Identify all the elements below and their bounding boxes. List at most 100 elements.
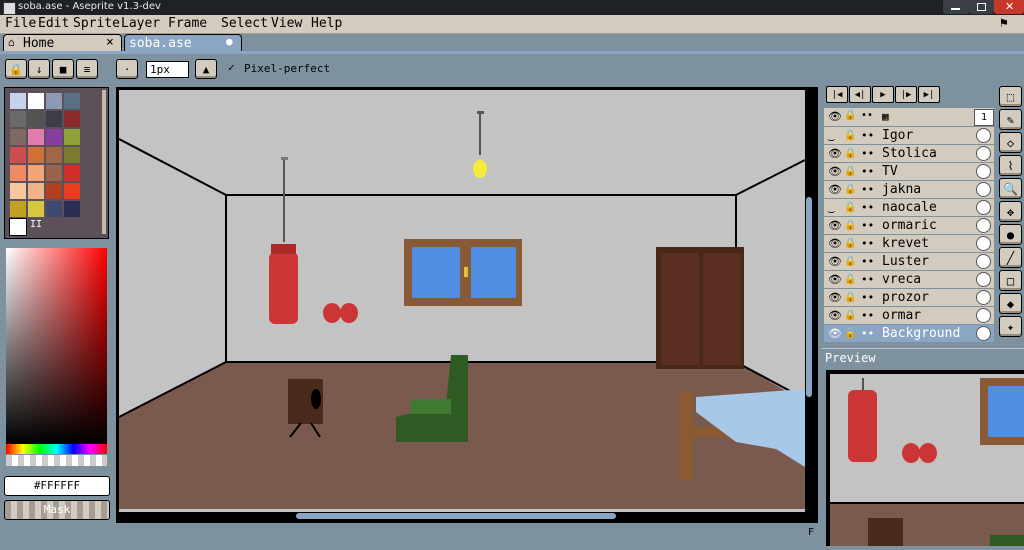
sprite-editor[interactable] <box>116 87 818 523</box>
palette-swatch[interactable] <box>10 93 26 109</box>
first-frame-button[interactable]: |◀ <box>826 86 848 103</box>
lock-icon[interactable]: 🔒 <box>844 273 856 286</box>
cel-icon[interactable] <box>976 164 991 179</box>
palette-swatch[interactable] <box>28 201 44 217</box>
move-tool-icon[interactable]: ✥ <box>999 201 1022 222</box>
palette-swatch[interactable] <box>64 93 80 109</box>
eye-icon[interactable]: 👁 <box>828 147 842 160</box>
link-icon[interactable]: •• <box>861 237 874 250</box>
palette-swatch[interactable] <box>9 218 27 236</box>
tab-home[interactable]: ⌂ Home × <box>3 34 122 52</box>
palette-swatch[interactable] <box>10 201 26 217</box>
palette-swatch[interactable] <box>46 165 62 181</box>
last-frame-button[interactable]: ▶| <box>918 86 940 103</box>
zoom-tool-icon[interactable]: 🔍 <box>999 178 1022 199</box>
link-icon[interactable]: •• <box>861 129 874 142</box>
menu-edit[interactable]: Edit <box>38 16 69 31</box>
ink-icon[interactable]: ▲ <box>195 59 217 79</box>
layer-row[interactable]: 👁 🔒 •• TV <box>824 163 994 180</box>
cel-icon[interactable] <box>976 200 991 215</box>
layer-row[interactable]: 👁 🔒 •• Luster <box>824 253 994 270</box>
eye-icon[interactable]: 👁 <box>828 165 842 178</box>
palette-swatch[interactable] <box>28 111 44 127</box>
layer-row[interactable]: 👁 🔒 •• Background <box>824 325 994 342</box>
arrow-down-icon[interactable]: ↓ <box>28 59 50 79</box>
palette-scrollbar[interactable] <box>102 90 106 234</box>
link-icon[interactable]: •• <box>861 110 873 121</box>
layer-row[interactable]: 👁 🔒 •• vreca <box>824 271 994 288</box>
eye-icon[interactable]: 👁 <box>828 219 842 232</box>
notifications-flag-icon[interactable]: ⚑ <box>1000 16 1008 31</box>
layer-row[interactable]: 👁 🔒 •• prozor <box>824 289 994 306</box>
lock-icon[interactable]: 🔒 <box>844 110 856 121</box>
palette-swatch[interactable] <box>64 129 80 145</box>
next-frame-button[interactable]: |▶ <box>895 86 917 103</box>
layer-row[interactable]: ‿ 🔒 •• naocale <box>824 199 994 216</box>
cel-icon[interactable] <box>976 308 991 323</box>
layer-row[interactable]: 👁 🔒 •• krevet <box>824 235 994 252</box>
menu-sprite[interactable]: Sprite <box>73 16 120 31</box>
palette-swatch[interactable] <box>46 201 62 217</box>
eraser-tool-icon[interactable]: ◇ <box>999 132 1022 153</box>
menu-help[interactable]: Help <box>311 16 342 31</box>
menu-frame[interactable]: Frame <box>168 16 207 31</box>
layer-row[interactable]: 👁 🔒 •• ormaric <box>824 217 994 234</box>
pencil-tool-icon[interactable]: ✎ <box>999 109 1022 130</box>
link-icon[interactable]: •• <box>861 273 874 286</box>
palette-swatch[interactable] <box>46 147 62 163</box>
cel-icon[interactable] <box>976 218 991 233</box>
palette-swatch[interactable] <box>10 183 26 199</box>
link-icon[interactable]: •• <box>861 183 874 196</box>
lock-icon[interactable]: 🔒 <box>844 291 856 304</box>
palette-swatch[interactable] <box>46 129 62 145</box>
cel-icon[interactable] <box>976 236 991 251</box>
lock-icon[interactable]: 🔒 <box>844 237 856 250</box>
play-button[interactable]: ▶ <box>872 86 894 103</box>
eye-icon[interactable]: 👁 <box>828 291 842 304</box>
lock-icon[interactable]: 🔒 <box>844 183 856 196</box>
layer-row[interactable]: ‿ 🔒 •• Igor <box>824 127 994 144</box>
link-icon[interactable]: •• <box>861 255 874 268</box>
grid-icon[interactable]: ▦ <box>882 110 889 123</box>
minimize-button[interactable] <box>943 0 969 14</box>
palette-swatch[interactable] <box>28 93 44 109</box>
alpha-slider[interactable] <box>6 455 107 466</box>
link-icon[interactable]: •• <box>861 147 874 160</box>
link-icon[interactable]: •• <box>861 219 874 232</box>
link-icon[interactable]: •• <box>861 291 874 304</box>
palette-swatch[interactable] <box>46 183 62 199</box>
palette-swatch[interactable] <box>64 183 80 199</box>
tab-soba[interactable]: soba.ase ● <box>124 34 242 52</box>
lock-icon[interactable]: 🔒 <box>844 201 856 214</box>
palette-swatch[interactable] <box>64 165 80 181</box>
preview-window[interactable] <box>826 370 1024 546</box>
menu-select[interactable]: Select <box>221 16 268 31</box>
palette-swatch[interactable] <box>46 93 62 109</box>
cel-icon[interactable] <box>976 254 991 269</box>
eyedropper-tool-icon[interactable]: ⌇ <box>999 155 1022 176</box>
link-icon[interactable]: •• <box>861 201 874 214</box>
eye-icon[interactable]: 👁 <box>828 327 842 340</box>
layer-row[interactable]: 👁 🔒 •• ormar <box>824 307 994 324</box>
eye-icon[interactable]: 👁 <box>828 183 842 196</box>
line-tool-icon[interactable]: ╱ <box>999 247 1022 268</box>
palette-swatch[interactable] <box>64 201 80 217</box>
eye-icon[interactable]: 👁 <box>828 255 842 268</box>
mask-color-button[interactable]: Mask <box>4 500 110 520</box>
menu-layer[interactable]: Layer <box>121 16 160 31</box>
palette-swatch[interactable] <box>28 183 44 199</box>
eye-icon[interactable]: 👁 <box>828 273 842 286</box>
palette-swatch[interactable] <box>64 147 80 163</box>
stop-icon[interactable]: ■ <box>52 59 74 79</box>
hue-slider[interactable] <box>6 444 107 454</box>
eye-closed-icon[interactable]: ‿ <box>828 201 835 214</box>
palette-swatch[interactable] <box>28 165 44 181</box>
maximize-button[interactable] <box>969 0 994 14</box>
palette-swatch[interactable] <box>46 111 62 127</box>
palette-swatch[interactable] <box>64 111 80 127</box>
saturation-value-field[interactable] <box>6 248 107 444</box>
lock-icon[interactable]: 🔒 <box>844 165 856 178</box>
lock-icon[interactable]: 🔒 <box>844 255 856 268</box>
lock-icon[interactable]: 🔒 <box>844 309 856 322</box>
eye-closed-icon[interactable]: ‿ <box>828 129 835 142</box>
